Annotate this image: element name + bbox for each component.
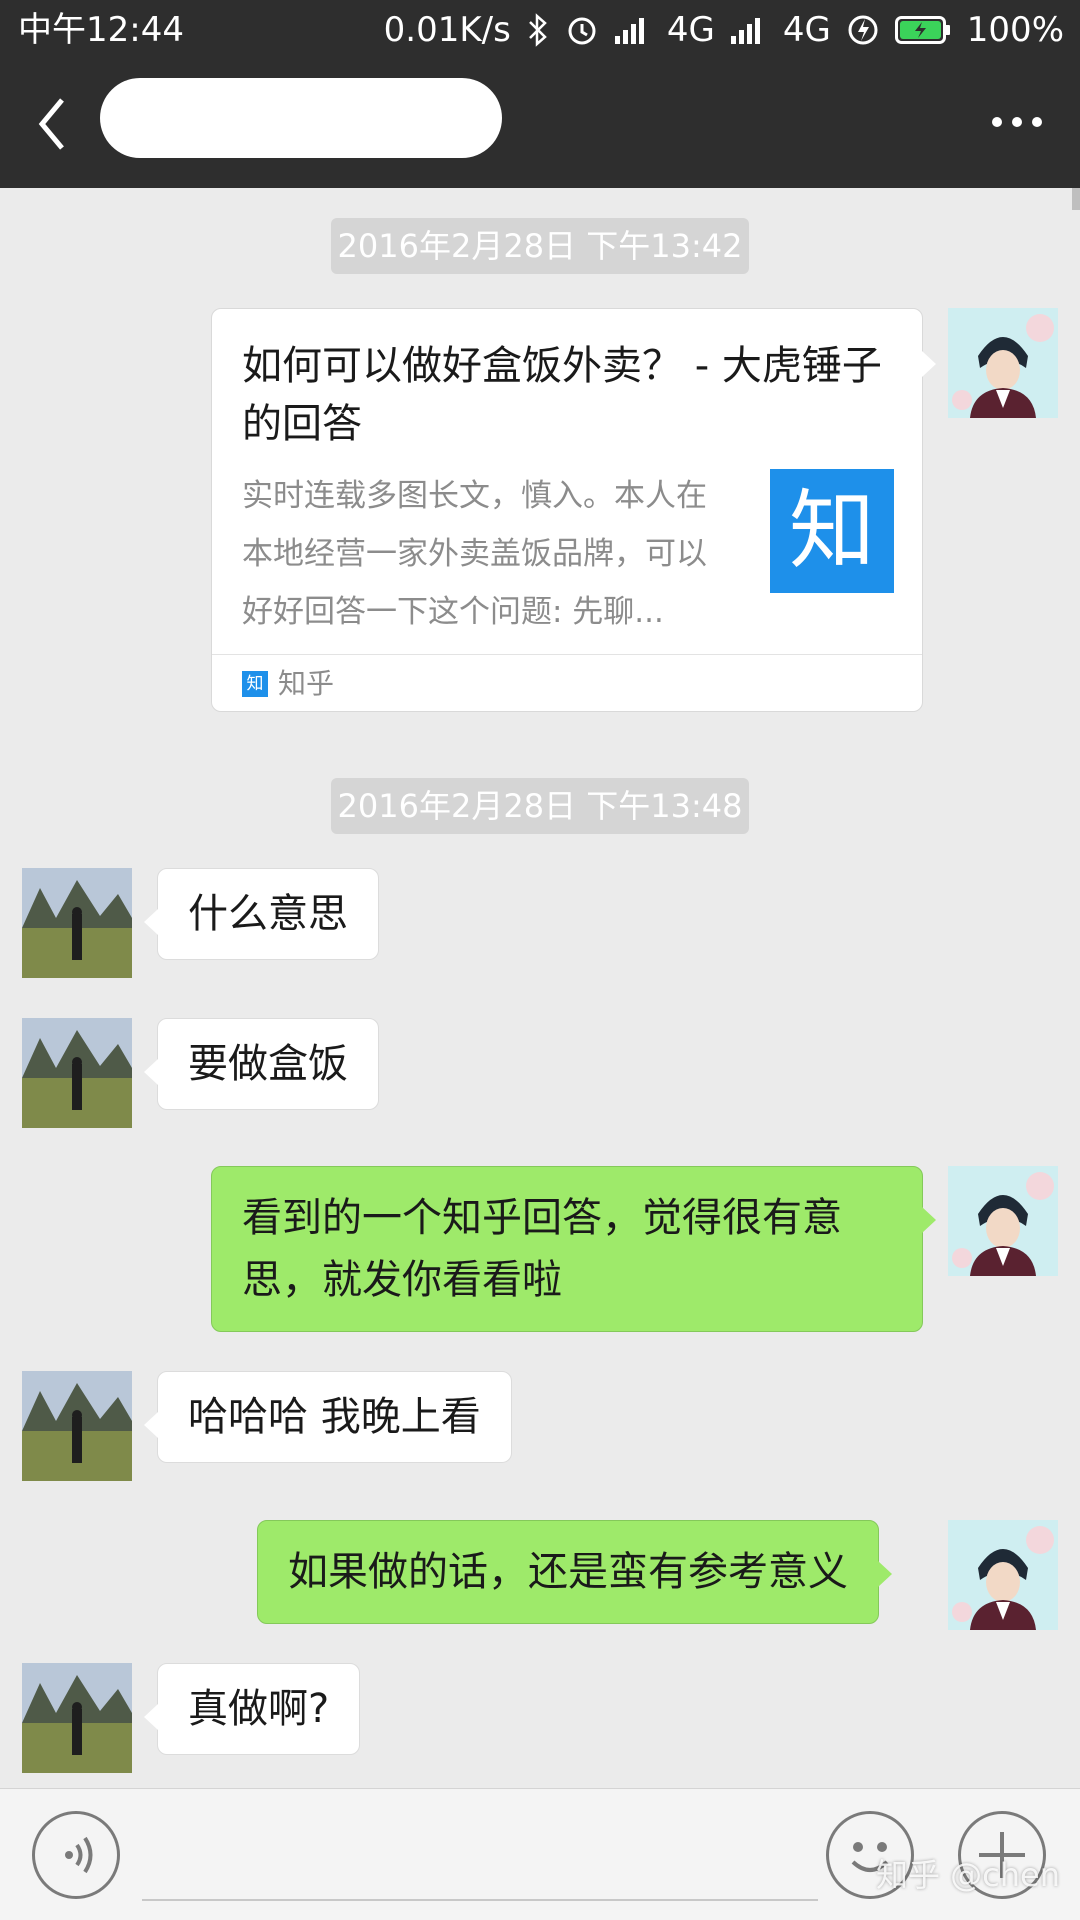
signal-icon <box>614 16 651 44</box>
more-dots-icon <box>992 117 1042 127</box>
incoming-message[interactable]: 真做啊? <box>143 1663 361 1755</box>
contact-name-redacted <box>100 78 502 158</box>
bluetooth-icon <box>527 13 549 47</box>
back-button[interactable] <box>28 88 84 160</box>
chat-header <box>0 60 1080 188</box>
contact-avatar[interactable] <box>22 1663 132 1773</box>
status-bar: 中午12:44 0.01K/s 4G 4G 100% <box>0 0 1080 60</box>
signal-2-label: 4G <box>782 10 831 50</box>
my-avatar[interactable] <box>948 1520 1058 1630</box>
battery-icon <box>894 16 951 44</box>
contact-avatar[interactable] <box>22 1018 132 1128</box>
zhihu-icon: 知 <box>242 671 268 697</box>
chevron-left-icon <box>38 98 64 150</box>
signal-1-label: 4G <box>666 10 715 50</box>
my-avatar[interactable] <box>948 308 1058 418</box>
incoming-message[interactable]: 要做盒饭 <box>144 1018 379 1110</box>
link-card-source: 知乎 <box>278 667 335 700</box>
contact-avatar[interactable] <box>22 868 132 978</box>
charging-icon <box>847 13 879 47</box>
card-divider <box>212 654 922 655</box>
voice-icon <box>65 1836 93 1874</box>
message-timestamp: 2016年2月28日 下午13:42 <box>331 218 749 274</box>
message-timestamp: 2016年2月28日 下午13:48 <box>331 778 749 834</box>
incoming-message[interactable]: 什么意思 <box>144 868 379 960</box>
alarm-icon <box>565 13 599 47</box>
link-card-title: 如何可以做好盒饭外卖？ - 大虎锤子 的回答 <box>242 343 882 447</box>
network-speed: 0.01K/s <box>383 10 511 50</box>
voice-button[interactable] <box>32 1811 120 1899</box>
watermark: 知乎 @chen <box>876 1856 1061 1894</box>
signal-icon <box>730 16 767 44</box>
link-card-description: 实时连载多图长文，慎入。本人在本地经营一家外卖盖饭品牌，可以好好回答一下这个问题… <box>242 478 707 630</box>
link-card-thumbnail: 知 <box>770 469 894 593</box>
contact-avatar[interactable] <box>22 1371 132 1481</box>
more-button[interactable] <box>984 100 1050 144</box>
my-avatar[interactable] <box>948 1166 1058 1276</box>
link-card-message[interactable]: 如何可以做好盒饭外卖？ - 大虎锤子 的回答 实时连载多图长文，慎入。本人在本地… <box>211 308 936 712</box>
message-input[interactable] <box>142 1803 818 1901</box>
outgoing-message[interactable]: 看到的一个知乎回答，觉得很有意思，就发你看看啦 <box>211 1166 936 1332</box>
battery-percent: 100% <box>966 10 1064 50</box>
chat-messages: 2016年2月28日 下午13:42 如何可以做好盒饭外卖？ - 大虎锤子 的回… <box>0 188 1080 1788</box>
incoming-message[interactable]: 哈哈哈 我晚上看 <box>144 1371 512 1463</box>
status-indicators: 0.01K/s 4G 4G 100% <box>384 0 1064 60</box>
outgoing-message[interactable]: 如果做的话，还是蛮有参考意义 <box>257 1520 892 1624</box>
status-time: 中午12:44 <box>18 10 184 50</box>
